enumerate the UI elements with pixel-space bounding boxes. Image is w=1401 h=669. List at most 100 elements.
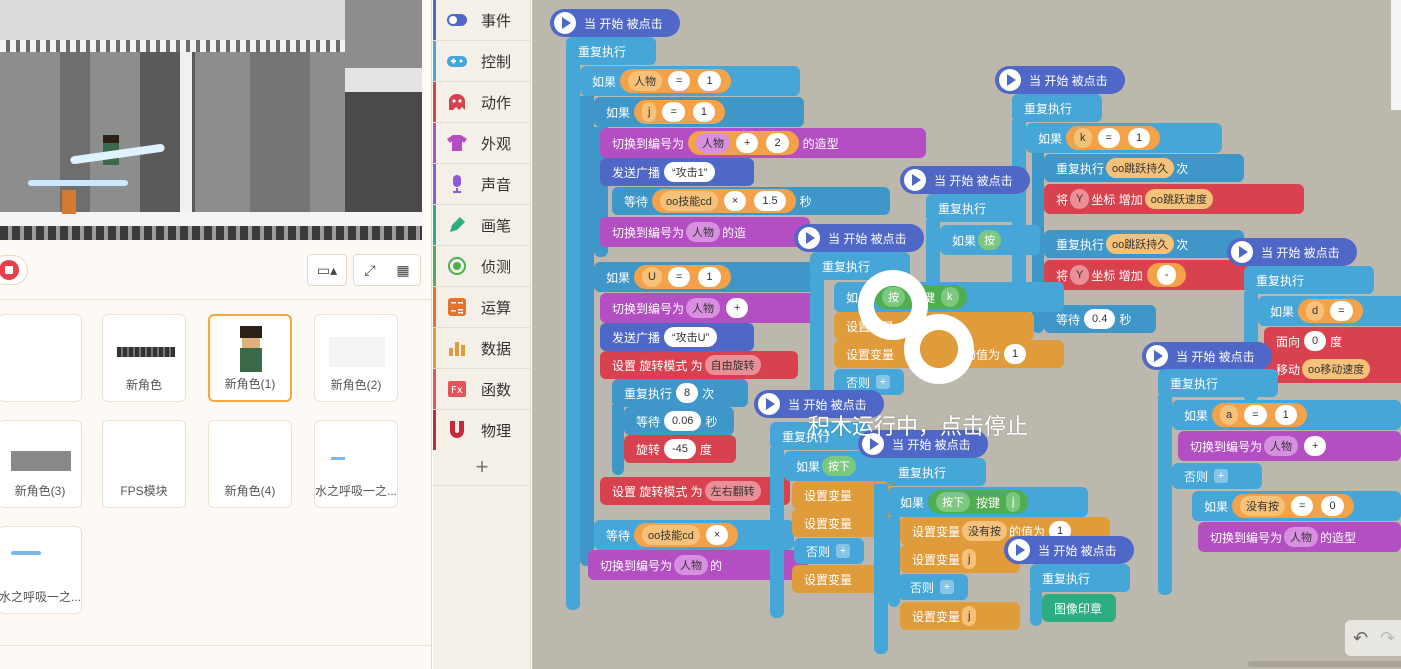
- sprite-card[interactable]: [0, 314, 82, 402]
- set-variable-block[interactable]: 设置变量 j: [900, 602, 1020, 630]
- horizontal-scrollbar[interactable]: [1248, 661, 1401, 667]
- change-y-block[interactable]: 将 Y 坐标 增加 oo跳跃速度: [1044, 184, 1304, 214]
- category-operators[interactable]: 运算: [433, 287, 531, 327]
- set-rotation-block[interactable]: 设置 旋转模式 为 左右翻转: [600, 477, 790, 505]
- message-dropdown[interactable]: “攻击1”: [664, 162, 716, 182]
- value-input[interactable]: 1.5: [754, 191, 786, 211]
- category-pen[interactable]: 画笔: [433, 205, 531, 245]
- var-dropdown[interactable]: 人物: [628, 71, 663, 91]
- running-overlay[interactable]: [802, 270, 1062, 430]
- stage-canvas[interactable]: [0, 0, 422, 240]
- var-dropdown[interactable]: oo技能cd: [660, 191, 718, 211]
- repeat-n-block[interactable]: 重复执行 oo跳跃持久 次: [1044, 230, 1244, 258]
- add-else-icon[interactable]: +: [940, 580, 955, 594]
- axis-dropdown[interactable]: Y: [1070, 265, 1090, 285]
- var-dropdown[interactable]: d: [1306, 301, 1325, 321]
- broadcast-block[interactable]: 发送广播 “攻击1”: [600, 158, 754, 186]
- when-start-hat[interactable]: 当 开始 被点击: [1227, 238, 1357, 266]
- value-input[interactable]: 1: [692, 102, 716, 122]
- if-block[interactable]: 如果 人物 = 1: [580, 66, 800, 96]
- axis-dropdown[interactable]: Y: [1070, 189, 1090, 209]
- var-dropdown[interactable]: k: [1074, 128, 1092, 148]
- sprite-card[interactable]: 新角色: [102, 314, 186, 402]
- var-dropdown[interactable]: j: [962, 606, 977, 626]
- if-block[interactable]: 如果 a = 1: [1172, 400, 1401, 430]
- category-data[interactable]: 数据: [433, 328, 531, 368]
- var-dropdown[interactable]: 人物: [674, 555, 709, 575]
- key-condition[interactable]: 按: [978, 230, 1002, 250]
- forever-block[interactable]: 重复执行: [886, 458, 986, 486]
- when-start-hat[interactable]: 当 开始 被点击: [1004, 536, 1134, 564]
- var-dropdown[interactable]: 人物: [1264, 436, 1299, 456]
- if-block[interactable]: 如果 d =: [1258, 296, 1401, 326]
- value-input[interactable]: 1: [1127, 128, 1151, 148]
- add-else-icon[interactable]: +: [1214, 469, 1229, 483]
- value-input[interactable]: 1: [698, 267, 721, 287]
- value-input[interactable]: -45: [664, 439, 696, 459]
- if-block[interactable]: 如果 没有按 = 0: [1192, 491, 1401, 521]
- sprite-card-selected[interactable]: 新角色(1): [208, 314, 292, 402]
- var-dropdown[interactable]: 人物: [686, 298, 721, 318]
- forever-block[interactable]: 重复执行: [926, 194, 1026, 222]
- forever-block[interactable]: 重复执行: [1030, 564, 1130, 592]
- var-dropdown[interactable]: a: [1220, 405, 1239, 425]
- forever-block[interactable]: 重复执行: [1158, 369, 1278, 397]
- wait-block[interactable]: 等待 oo技能cd ×: [594, 520, 794, 550]
- sprite-card[interactable]: FPS模块: [102, 420, 186, 508]
- switch-costume-block[interactable]: 切换到编号为 人物 +: [600, 293, 816, 323]
- value-input[interactable]: 0: [1321, 496, 1344, 516]
- var-dropdown[interactable]: oo跳跃持久: [1106, 234, 1175, 254]
- when-start-hat[interactable]: 当 开始 被点击: [1142, 342, 1272, 370]
- repeat-n-block[interactable]: 重复执行 oo跳跃持久 次: [1044, 154, 1244, 182]
- var-dropdown[interactable]: U: [642, 267, 662, 287]
- category-sensing[interactable]: 侦测: [433, 246, 531, 286]
- category-functions[interactable]: Fx 函数: [433, 369, 531, 409]
- var-dropdown[interactable]: 没有按: [1240, 496, 1286, 516]
- set-variable-block[interactable]: 设置变量 j: [900, 545, 1020, 573]
- sprite-card[interactable]: 新角色(3): [0, 420, 82, 508]
- sprite-card[interactable]: 水之呼吸一之...: [0, 526, 82, 614]
- switch-costume-block[interactable]: 切换到编号为 人物 +2 的造型: [600, 128, 926, 158]
- if-block[interactable]: 如果 按下 按键 j: [888, 487, 1088, 517]
- value-input[interactable]: 0.06: [664, 411, 702, 431]
- key-dropdown[interactable]: 按下: [822, 456, 857, 476]
- value-input[interactable]: 8: [676, 383, 699, 403]
- value-input[interactable]: 1: [698, 71, 721, 91]
- when-start-hat[interactable]: 当 开始 被点击: [900, 166, 1030, 194]
- when-start-hat[interactable]: 当 开始 被点击: [794, 224, 924, 252]
- undo-icon[interactable]: ↶: [1353, 628, 1368, 649]
- forever-block[interactable]: 重复执行: [1012, 94, 1102, 122]
- repeat-n-block[interactable]: 重复执行 8 次: [612, 379, 748, 407]
- when-start-hat[interactable]: 当 开始 被点击: [995, 66, 1125, 94]
- set-rotation-block[interactable]: 设置 旋转模式 为 自由旋转: [600, 351, 798, 379]
- if-block[interactable]: 如果 j = 1: [594, 97, 804, 127]
- sprite-card[interactable]: 水之呼吸一之...: [314, 420, 398, 508]
- if-block[interactable]: 如果 按: [940, 225, 1040, 255]
- category-motion[interactable]: 动作: [433, 82, 531, 122]
- when-start-hat[interactable]: 当 开始 被点击: [550, 9, 680, 37]
- wait-block[interactable]: 等待 oo技能cd × 1.5 秒: [612, 187, 890, 215]
- redo-icon[interactable]: ↷: [1380, 628, 1395, 649]
- var-dropdown[interactable]: 没有按: [962, 521, 1008, 541]
- key-dropdown[interactable]: 按下: [936, 492, 971, 512]
- if-block[interactable]: 如果 U = 1: [594, 262, 814, 292]
- add-extension-button[interactable]: +: [433, 448, 531, 486]
- if-block[interactable]: 如果 k = 1: [1026, 123, 1222, 153]
- category-physics[interactable]: 物理: [433, 410, 531, 450]
- var-dropdown[interactable]: oo跳跃速度: [1144, 189, 1213, 209]
- category-looks[interactable]: 外观: [433, 123, 531, 163]
- fullscreen-icon[interactable]: ⤢: [364, 262, 375, 279]
- var-dropdown[interactable]: 人物: [1284, 527, 1319, 547]
- message-dropdown[interactable]: “攻击U”: [664, 327, 718, 347]
- switch-costume-block[interactable]: 切换到编号为 人物 的造: [600, 217, 810, 247]
- value-input[interactable]: 0.4: [1084, 309, 1116, 329]
- category-sound[interactable]: 声音: [433, 164, 531, 204]
- rotation-dropdown[interactable]: 左右翻转: [704, 481, 761, 501]
- category-event[interactable]: 事件: [433, 0, 531, 40]
- sprite-card[interactable]: 新角色(4): [208, 420, 292, 508]
- rotation-dropdown[interactable]: 自由旋转: [704, 355, 761, 375]
- key-dropdown[interactable]: j: [1006, 492, 1021, 512]
- var-dropdown[interactable]: oo技能cd: [642, 525, 700, 545]
- stage-size-button[interactable]: ▭▴: [307, 254, 347, 286]
- move-block[interactable]: 移动 oo移动速度: [1264, 355, 1401, 383]
